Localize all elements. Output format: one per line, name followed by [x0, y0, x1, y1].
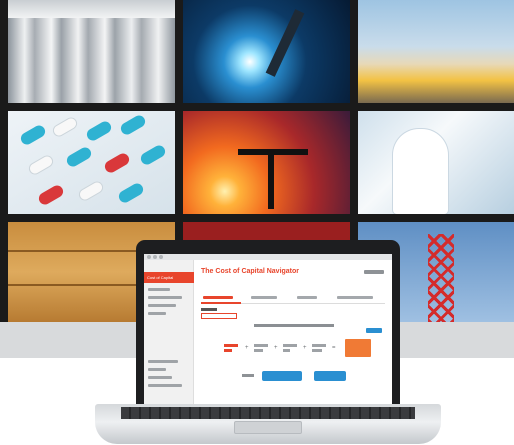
page-title: The Cost of Capital Navigator — [201, 268, 300, 275]
formula-term — [312, 344, 326, 353]
pill-shape — [116, 181, 146, 205]
app-sidebar: Cost of Capital — [144, 260, 194, 405]
user-menu[interactable] — [364, 270, 384, 274]
pill-shape — [64, 145, 94, 169]
result-box — [345, 339, 371, 357]
section-heading — [254, 324, 334, 327]
sidebar-item[interactable] — [148, 304, 176, 307]
pill-shape — [26, 153, 56, 177]
field-label — [201, 308, 217, 311]
pill-shape — [36, 183, 66, 207]
browser-dot — [147, 255, 151, 259]
small-button[interactable] — [366, 328, 382, 333]
pills-icon — [8, 111, 175, 214]
pill-shape — [118, 113, 148, 137]
formula-term — [283, 344, 297, 353]
tab[interactable] — [251, 296, 277, 299]
browser-dot — [153, 255, 157, 259]
sidebar-item[interactable] — [148, 312, 166, 315]
welding-icon — [183, 0, 350, 103]
sidebar-item[interactable] — [148, 384, 182, 387]
browser-dot — [159, 255, 163, 259]
pill-shape — [102, 151, 132, 175]
tab-active[interactable] — [203, 296, 233, 299]
construction-icon — [358, 0, 514, 103]
tab[interactable] — [297, 296, 317, 299]
input-field[interactable] — [201, 313, 237, 319]
tab[interactable] — [337, 296, 373, 299]
sidebar-item[interactable] — [148, 368, 166, 371]
primary-button[interactable] — [262, 371, 302, 381]
brand-label[interactable]: Cost of Capital — [144, 272, 194, 283]
tab-bar — [201, 294, 385, 304]
tab-underline — [201, 302, 241, 304]
secondary-button[interactable] — [314, 371, 346, 381]
pill-shape — [50, 115, 80, 139]
pill-shape — [76, 179, 106, 203]
formula-term — [224, 344, 238, 353]
operator: + — [274, 345, 278, 351]
trackpad — [234, 421, 302, 434]
formula-term — [254, 344, 268, 353]
back-link[interactable] — [242, 374, 254, 377]
operator: + — [303, 345, 307, 351]
sidebar-item[interactable] — [148, 288, 170, 291]
laptop-screen: Cost of Capital The Cost of Capital Navi… — [144, 254, 392, 405]
pill-shape — [84, 119, 114, 143]
sidebar-item[interactable] — [148, 376, 172, 379]
operator: + — [245, 345, 249, 351]
columns-icon — [8, 0, 175, 103]
sidebar-item[interactable] — [148, 296, 182, 299]
pill-shape — [138, 143, 168, 167]
operator: = — [332, 345, 336, 351]
pill-shape — [18, 123, 48, 147]
sidebar-item[interactable] — [148, 360, 178, 363]
keyboard — [121, 407, 415, 419]
oil-pump-icon — [183, 111, 350, 214]
lab-scientist-icon — [358, 111, 514, 214]
